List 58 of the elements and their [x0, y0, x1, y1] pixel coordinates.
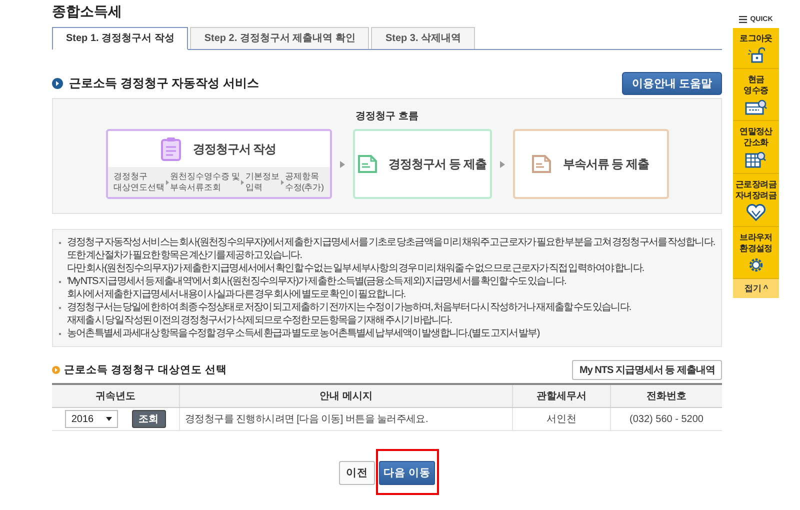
page-title: 종합소득세 [52, 3, 123, 21]
column-header: 관할세무서 [512, 384, 610, 408]
note-text: 경정청구 자동작성 서비스는 회사(원천징수의무자)에서 제출한 지급명세서를 기초로 당초금액을 미리 채워주고 근로자가 필요한 부분을 고쳐 경정청구서를 작성합니다. [67, 236, 715, 249]
caret-icon [106, 417, 112, 421]
tab[interactable]: Step 2. 경정청구서 제출내역 확인 [190, 27, 370, 49]
help-button[interactable]: 이용안내 도움말 [622, 72, 722, 94]
submission-history-button[interactable]: My NTS 지급명세서 등 제출내역 [572, 360, 722, 380]
arrow-icon [500, 160, 504, 168]
substep-label: 경정청구 대상연도선택 [114, 171, 164, 193]
settings-icon [748, 257, 764, 273]
year-dropdown[interactable]: 2016 [65, 410, 118, 428]
document-icon [358, 155, 377, 173]
flow-step-title: 경정청구서 등 제출 [388, 156, 486, 172]
lookup-button[interactable]: 조회 [132, 410, 166, 428]
note-text: 경정청구서는 당일에 한하여 최종 수정상태로 저장이 되고 제출하기 전까지는 수정이 가능하며, 처음부터 다시 작성하거나 재제출할 수도 있습니다. [67, 301, 631, 314]
arrow-icon [340, 160, 344, 168]
column-header: 안내 메시지 [180, 384, 512, 408]
flow-step-title: 부속서류 등 제출 [562, 156, 650, 172]
quick-menu-item[interactable]: 연말정산 간소화 [733, 121, 779, 174]
note-text: 'My NTS 지급명세서 등 제출내역'에서 회사(원천징수의무자)가 제출한 소득별(금융소득 제외) 지급명세서를 확인할 수도 있습니다. [67, 275, 566, 288]
next-button[interactable]: 다음 이동 [379, 461, 435, 485]
menu-icon [739, 16, 748, 23]
tab[interactable]: Step 3. 삭제내역 [371, 27, 476, 49]
section-title: 근로소득 경정청구 자동작성 서비스 [69, 74, 260, 92]
table-cell: 경정청구를 진행하시려면 [다음 이동] 버튼을 눌러주세요. [180, 408, 512, 430]
spreadsheet-icon [745, 151, 767, 168]
section-title: 근로소득 경정청구 대상연도 선택 [64, 362, 227, 376]
column-header: 전화번호 [610, 384, 722, 408]
note-text: 다만 회사(원천징수의무자)가 제출한 지급명세서에서 확인할 수 없는 일부 세부사항의 경우 미리 채워줄 수 없으므로 근로자가 직접 입력하여야 합니다. [67, 262, 645, 275]
flow-title: 경정청구 흐름 [356, 110, 418, 123]
arrow-icon [241, 180, 244, 184]
quick-menu-item[interactable]: 로그아웃 [733, 28, 779, 69]
arrow-icon [280, 180, 284, 184]
lock-icon [747, 47, 765, 63]
table-cell: 서인천 [512, 408, 610, 430]
substep-label: 공제항목 수정(추가) [284, 171, 324, 193]
quick-menu-item[interactable]: 근로장려금 자녀장려금 [733, 174, 779, 227]
quick-menu-item[interactable]: 현금 영수증 [733, 69, 779, 121]
previous-button[interactable]: 이전 [339, 461, 375, 485]
note-text: 회사에서 제출한 지급명세서 내용이 사실과 다른 경우 회사에 별도로 확인이 필요합니다. [67, 288, 406, 301]
note-text: 또한 계산절차가 필요한 항목은 계산기를 제공하고 있습니다. [67, 249, 303, 262]
tab[interactable]: Step 1. 경정청구서 작성 [52, 27, 188, 50]
arrow-icon [166, 180, 169, 184]
collapse-button[interactable]: 접기 ^ [733, 279, 779, 298]
substep-label: 기본정보 입력 [245, 171, 280, 193]
substep-label: 원천징수영수증 및 부속서류조회 [170, 171, 240, 193]
heart-icon [746, 204, 766, 221]
flow-step-title: 경정청구서 작성 [192, 140, 276, 158]
receipt-icon [745, 99, 767, 115]
bullet-icon [52, 78, 63, 88]
note-text: 재제출 시 당일 작성된 이전의 경정청구서가 삭제되므로 수정한 모든항목을 기재해 주시기 바랍니다. [67, 314, 453, 327]
bullet-icon [52, 366, 60, 374]
note-text: 농어촌특별세 과세대상 항목을 수정할 경우 소득세 환급과 별도로 농어촌특별세 납부세액이 발생합니다.(별도 고지서 발부) [67, 327, 540, 340]
clipboard-icon [160, 137, 181, 161]
quick-menu-item[interactable]: 브라우저 환경설정 [733, 227, 779, 279]
column-header: 귀속년도 [52, 384, 180, 408]
table-cell: (032) 560 - 5200 [610, 408, 722, 430]
document-icon [532, 155, 551, 173]
